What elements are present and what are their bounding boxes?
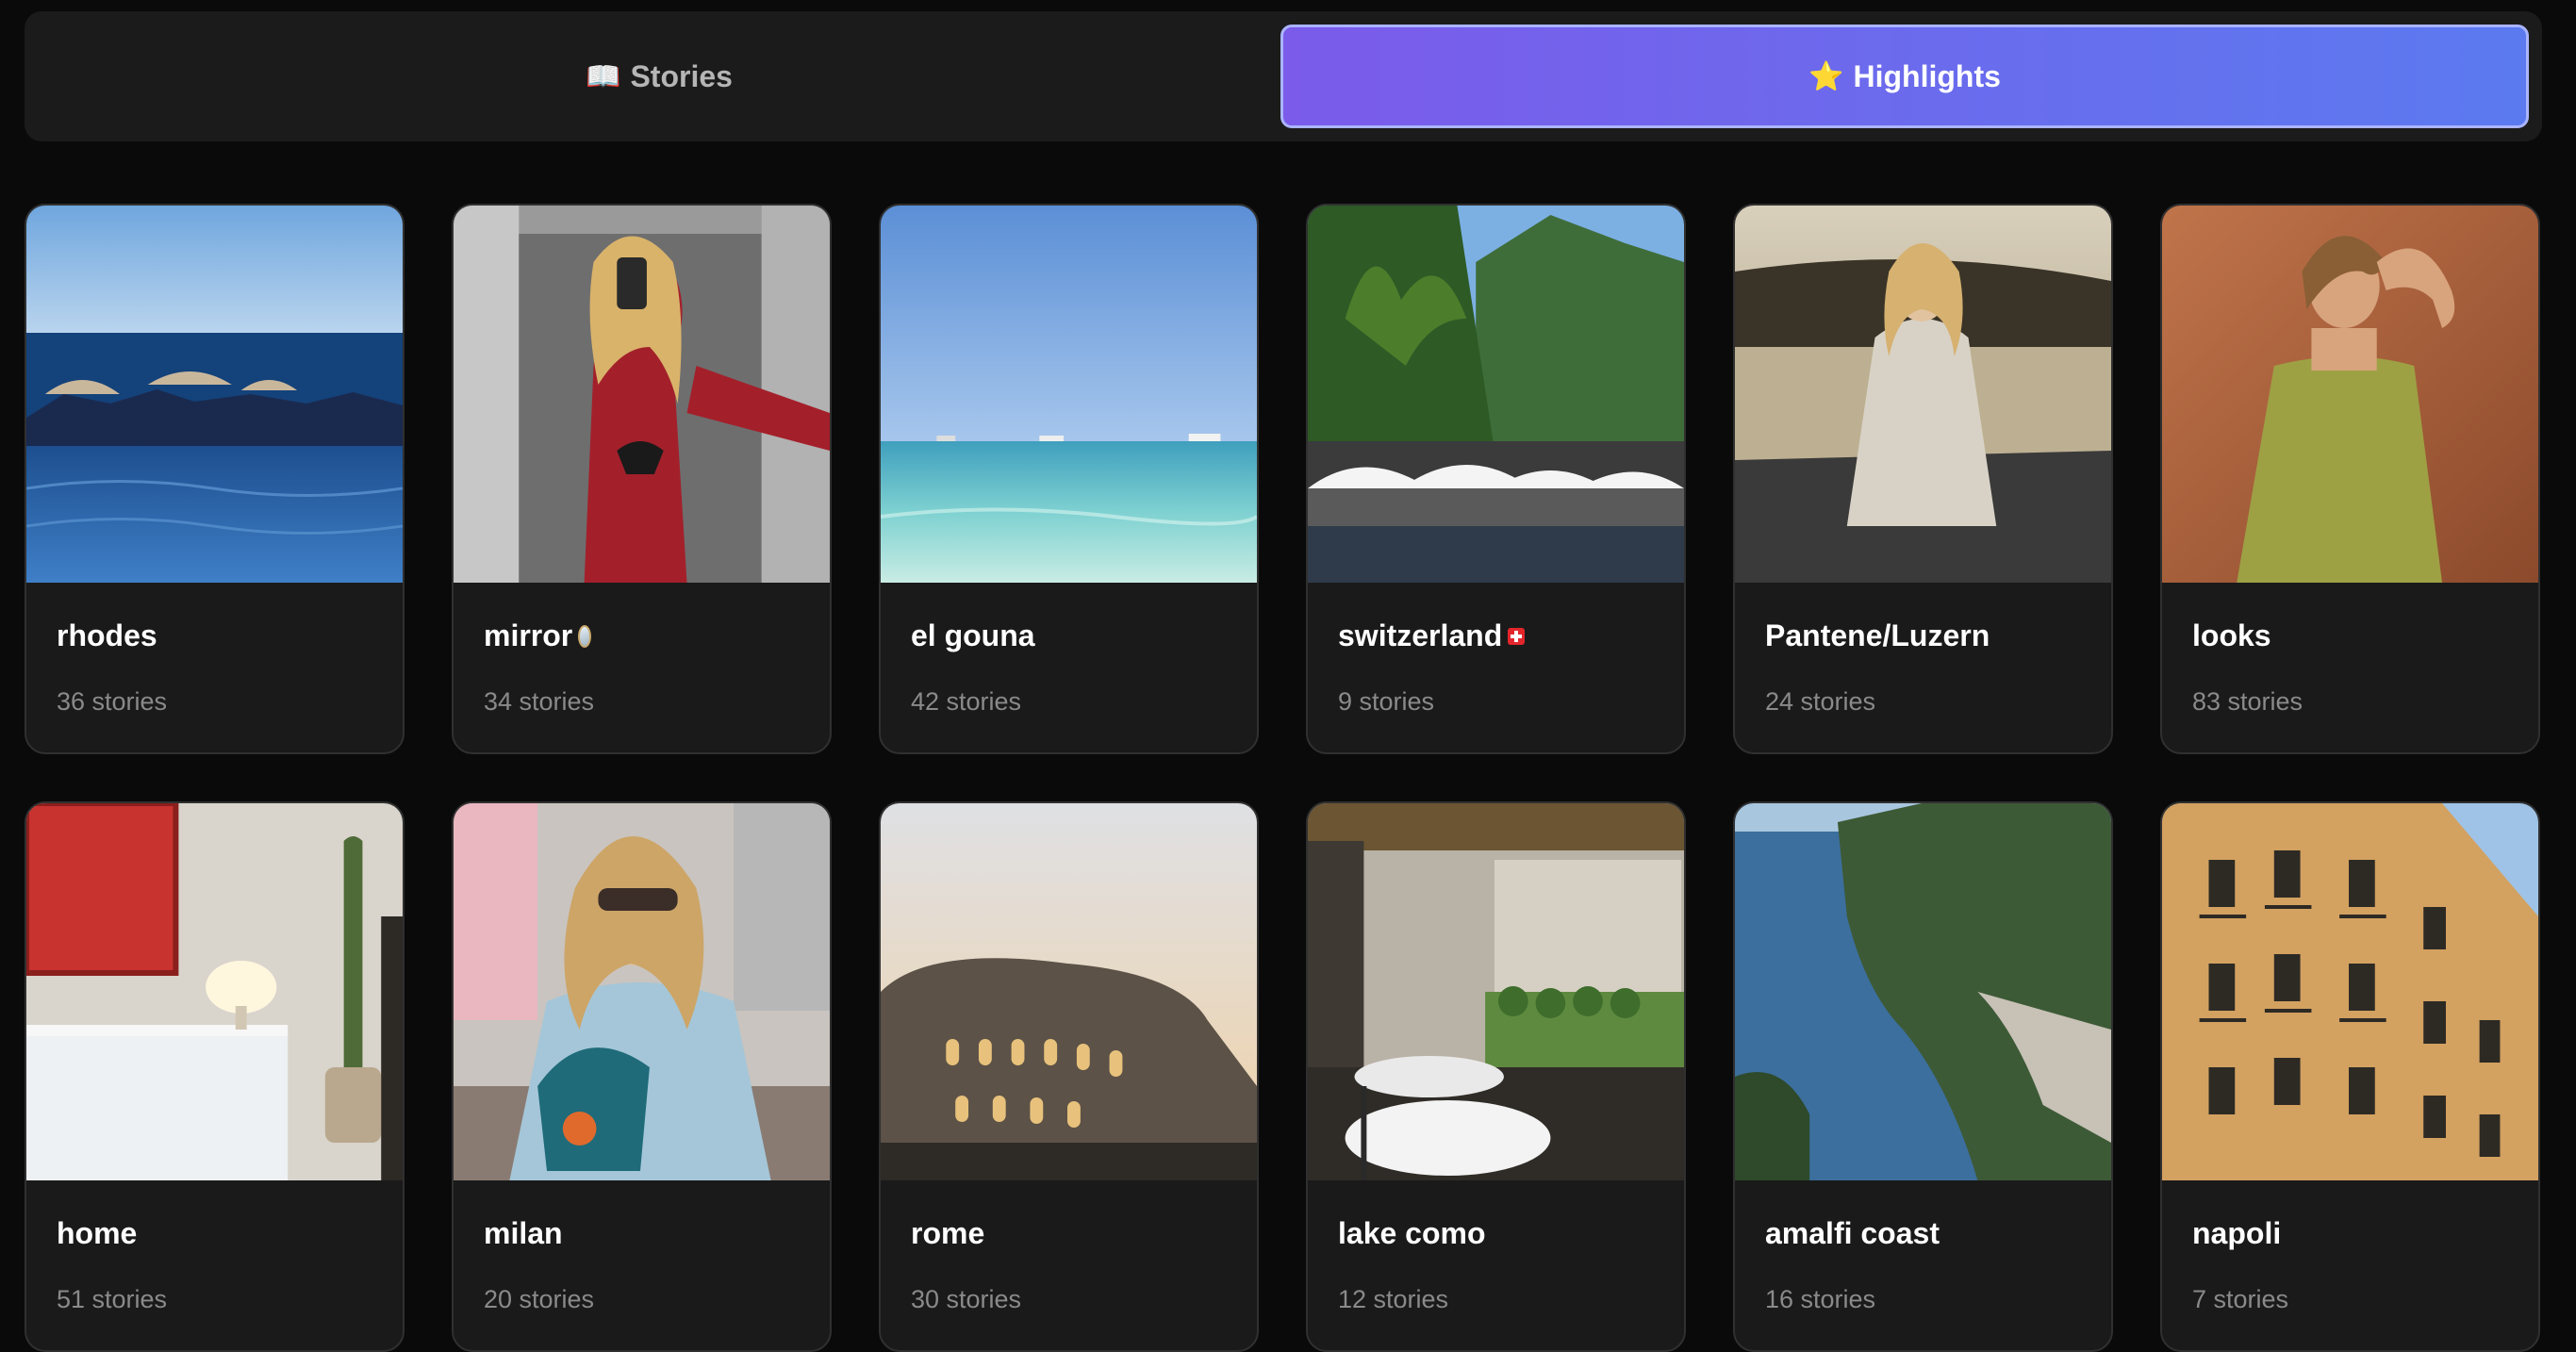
highlight-thumbnail bbox=[1308, 803, 1684, 1180]
highlight-card[interactable]: home 51 stories bbox=[25, 801, 405, 1352]
highlight-title: lake como bbox=[1338, 1216, 1486, 1250]
highlight-story-count: 51 stories bbox=[57, 1285, 168, 1313]
star-icon: ⭐ bbox=[1808, 60, 1844, 92]
tab-stories[interactable]: 📖 Stories bbox=[38, 25, 1280, 128]
highlight-card[interactable]: Pantene/Luzern 24 stories bbox=[1733, 204, 2113, 754]
highlight-title: amalfi coast bbox=[1765, 1216, 1940, 1250]
highlight-card[interactable]: switzerland 9 stories bbox=[1306, 204, 1686, 754]
highlight-card[interactable]: milan 20 stories bbox=[452, 801, 832, 1352]
highlight-card[interactable]: rome 30 stories bbox=[879, 801, 1259, 1352]
highlight-card[interactable]: lake como 12 stories bbox=[1306, 801, 1686, 1352]
highlight-thumbnail bbox=[881, 206, 1257, 583]
highlight-thumbnail bbox=[2162, 803, 2538, 1180]
highlight-story-count: 12 stories bbox=[1338, 1285, 1449, 1313]
highlight-title: rome bbox=[911, 1216, 985, 1250]
highlight-story-count: 24 stories bbox=[1765, 687, 1876, 716]
highlight-story-count: 36 stories bbox=[57, 687, 168, 716]
highlight-title: napoli bbox=[2192, 1216, 2282, 1250]
highlight-title: milan bbox=[484, 1216, 563, 1250]
tab-highlights-label: Highlights bbox=[1853, 58, 2001, 93]
highlight-thumbnail bbox=[881, 803, 1257, 1180]
highlights-grid: rhodes 36 stories mirror 34 stories el g… bbox=[25, 204, 2544, 1352]
highlight-thumbnail bbox=[26, 803, 403, 1180]
tab-stories-label: Stories bbox=[630, 58, 733, 93]
highlight-story-count: 16 stories bbox=[1765, 1285, 1876, 1313]
highlight-story-count: 34 stories bbox=[484, 687, 595, 716]
highlight-card[interactable]: napoli 7 stories bbox=[2160, 801, 2540, 1352]
highlight-title: Pantene/Luzern bbox=[1765, 618, 1990, 652]
highlight-story-count: 30 stories bbox=[911, 1285, 1022, 1313]
highlight-thumbnail bbox=[1735, 206, 2111, 583]
highlight-thumbnail bbox=[1735, 803, 2111, 1180]
book-icon: 📖 bbox=[586, 60, 621, 92]
highlight-title: looks bbox=[2192, 618, 2271, 652]
highlight-title: el gouna bbox=[911, 618, 1035, 652]
highlight-thumbnail bbox=[26, 206, 403, 583]
highlight-card[interactable]: el gouna 42 stories bbox=[879, 204, 1259, 754]
swiss-flag-icon bbox=[1508, 627, 1526, 645]
highlight-thumbnail bbox=[454, 803, 830, 1180]
mirror-emoji-icon bbox=[578, 624, 592, 648]
highlight-title: rhodes bbox=[57, 618, 157, 652]
highlight-thumbnail bbox=[1308, 206, 1684, 583]
highlight-thumbnail bbox=[454, 206, 830, 583]
highlight-title: mirror bbox=[484, 618, 800, 653]
highlight-story-count: 20 stories bbox=[484, 1285, 595, 1313]
highlight-story-count: 42 stories bbox=[911, 687, 1022, 716]
highlight-title: home bbox=[57, 1216, 138, 1250]
highlight-card[interactable]: mirror 34 stories bbox=[452, 204, 832, 754]
tab-bar: 📖 Stories ⭐ Highlights bbox=[25, 11, 2542, 141]
highlight-thumbnail bbox=[2162, 206, 2538, 583]
highlight-title: switzerland bbox=[1338, 618, 1654, 653]
highlight-story-count: 83 stories bbox=[2192, 687, 2304, 716]
highlight-card[interactable]: looks 83 stories bbox=[2160, 204, 2540, 754]
highlight-card[interactable]: rhodes 36 stories bbox=[25, 204, 405, 754]
highlight-story-count: 9 stories bbox=[1338, 687, 1435, 716]
tab-highlights[interactable]: ⭐ Highlights bbox=[1280, 25, 2529, 128]
highlight-card[interactable]: amalfi coast 16 stories bbox=[1733, 801, 2113, 1352]
highlight-story-count: 7 stories bbox=[2192, 1285, 2289, 1313]
